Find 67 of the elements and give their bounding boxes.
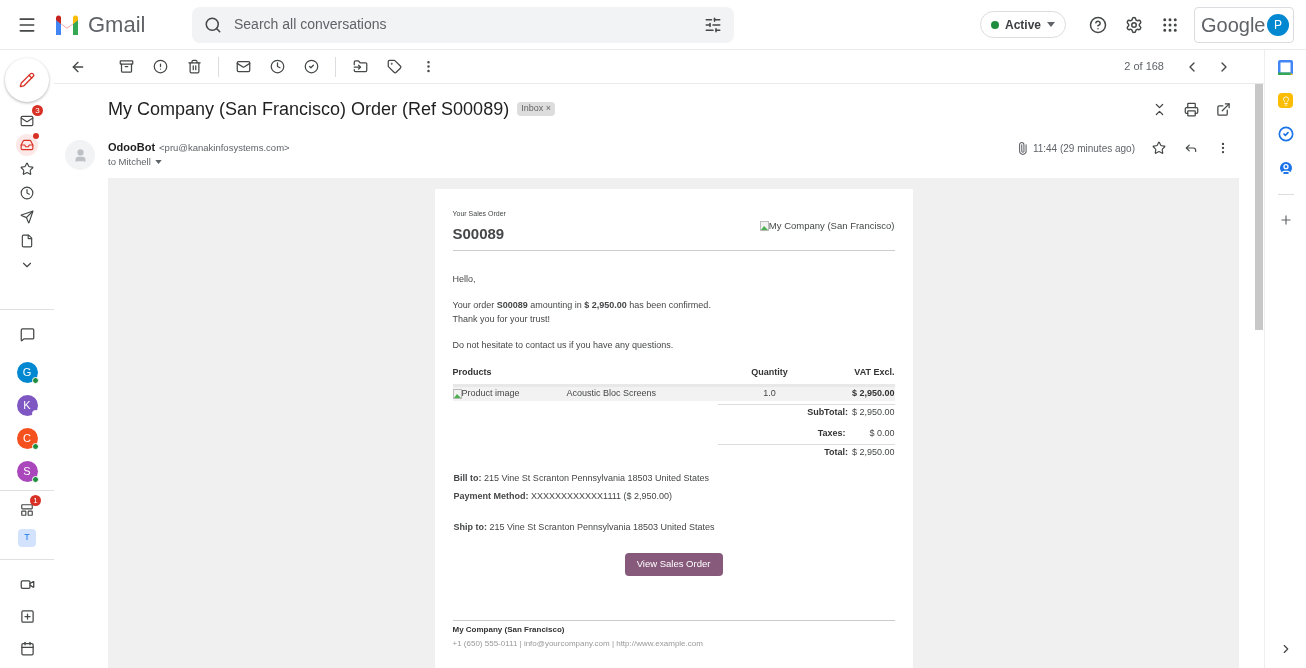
product-image-alt-text: Product image	[461, 386, 520, 400]
calendar-app-icon[interactable]	[1278, 60, 1293, 75]
sender-avatar	[65, 140, 95, 170]
order-reference: S00089	[452, 223, 506, 244]
greeting-text: Hello,	[452, 273, 477, 286]
contact-avatar[interactable]: S	[16, 461, 38, 482]
address-line: Payment Method: XXXXXXXXXXXX1111 ($ 2,950.00)	[453, 489, 674, 503]
nav-item[interactable]	[16, 134, 38, 156]
contact-avatar[interactable]: C	[16, 428, 38, 449]
spaces-icon	[20, 503, 34, 517]
message-time: 11:44 (29 minutes ago)	[1032, 141, 1135, 156]
address-line: Ship to: 215 Vine St Scranton Pennsylvania 18503 United States	[453, 521, 716, 534]
count-badge: 3	[32, 105, 43, 116]
search-icon	[204, 15, 222, 34]
contact-avatar[interactable]: G	[16, 362, 38, 383]
sender-name: OdooBot	[108, 140, 156, 154]
total-label: SubTotal:	[807, 405, 848, 419]
inbox-label-chip[interactable]: Inbox ×	[517, 102, 555, 116]
table-cell-text: 1.0	[762, 386, 777, 400]
message-paragraph: Your order S00089 amounting in $ 2,950.00 has been confirmed.	[452, 298, 712, 312]
company-logo-alt-text: My Company (San Francisco)	[768, 218, 895, 233]
account-avatar: P	[1267, 13, 1289, 36]
contact-avatar[interactable]: K	[16, 395, 38, 416]
recipient-dropdown[interactable]: to Mitchell	[108, 155, 290, 169]
message-paragraph: Thank you for your trust!	[452, 313, 552, 326]
closing-text: Do not hesitate to contact us if you have any questions.	[452, 338, 675, 352]
file-icon	[20, 234, 34, 248]
search-field[interactable]: Search all conversations	[192, 6, 734, 43]
gmail-logo-text: Gmail	[88, 11, 146, 39]
caret-icon	[1047, 22, 1055, 27]
google-brand-text: Google	[1201, 12, 1266, 38]
total-label: Taxes:	[817, 427, 846, 440]
footer-contacts: +1 (650) 555-0111 | info@yourcompany.com | http://www.example.com	[452, 637, 704, 650]
view-sales-order-button[interactable]: View Sales Order	[624, 552, 723, 576]
mail-icon	[20, 114, 34, 128]
broken-image-icon	[759, 220, 769, 231]
table-cell-text: Acoustic Bloc Screens	[566, 386, 658, 400]
gmail-logo-icon	[54, 14, 80, 35]
pencil-icon	[19, 72, 35, 88]
table-cell-text: $ 2,950.00	[850, 386, 895, 400]
add-app-icon	[1278, 213, 1293, 227]
space-tile[interactable]: T	[18, 529, 36, 547]
column-header: Products	[452, 366, 493, 379]
account-button[interactable]: Google P	[1194, 6, 1294, 43]
message-counter: 2 of 168	[1124, 59, 1164, 75]
sender-email: <pru@kanakinfosystems.com>	[159, 141, 290, 155]
footer-company: My Company (San Francisco)	[452, 623, 566, 636]
search-input[interactable]: Search all conversations	[234, 14, 692, 35]
column-header: Quantity	[750, 366, 789, 379]
total-value: $ 2,950.00	[851, 445, 895, 459]
subject-heading: My Company (San Francisco) Order (Ref S00089)	[108, 97, 510, 121]
inbox-icon	[20, 138, 34, 152]
clock-icon	[20, 186, 34, 200]
contacts-app-icon	[1277, 160, 1294, 176]
address-line: Bill to: 215 Vine St Scranton Pennsylvania 18503 United States	[453, 472, 710, 485]
column-header: VAT Excl.	[853, 366, 895, 379]
total-value: $ 2,950.00	[851, 405, 895, 419]
caret-icon	[154, 160, 162, 164]
total-label: Total:	[824, 445, 848, 459]
star-icon	[20, 162, 34, 176]
count-badge: 1	[30, 495, 41, 506]
tasks-app-icon	[1277, 126, 1294, 142]
compose-button[interactable]	[5, 58, 49, 102]
remove-label-icon[interactable]: ×	[545, 103, 551, 114]
filter-icon	[704, 15, 722, 34]
send-icon	[20, 210, 34, 224]
total-value: $ 0.00	[868, 427, 895, 440]
